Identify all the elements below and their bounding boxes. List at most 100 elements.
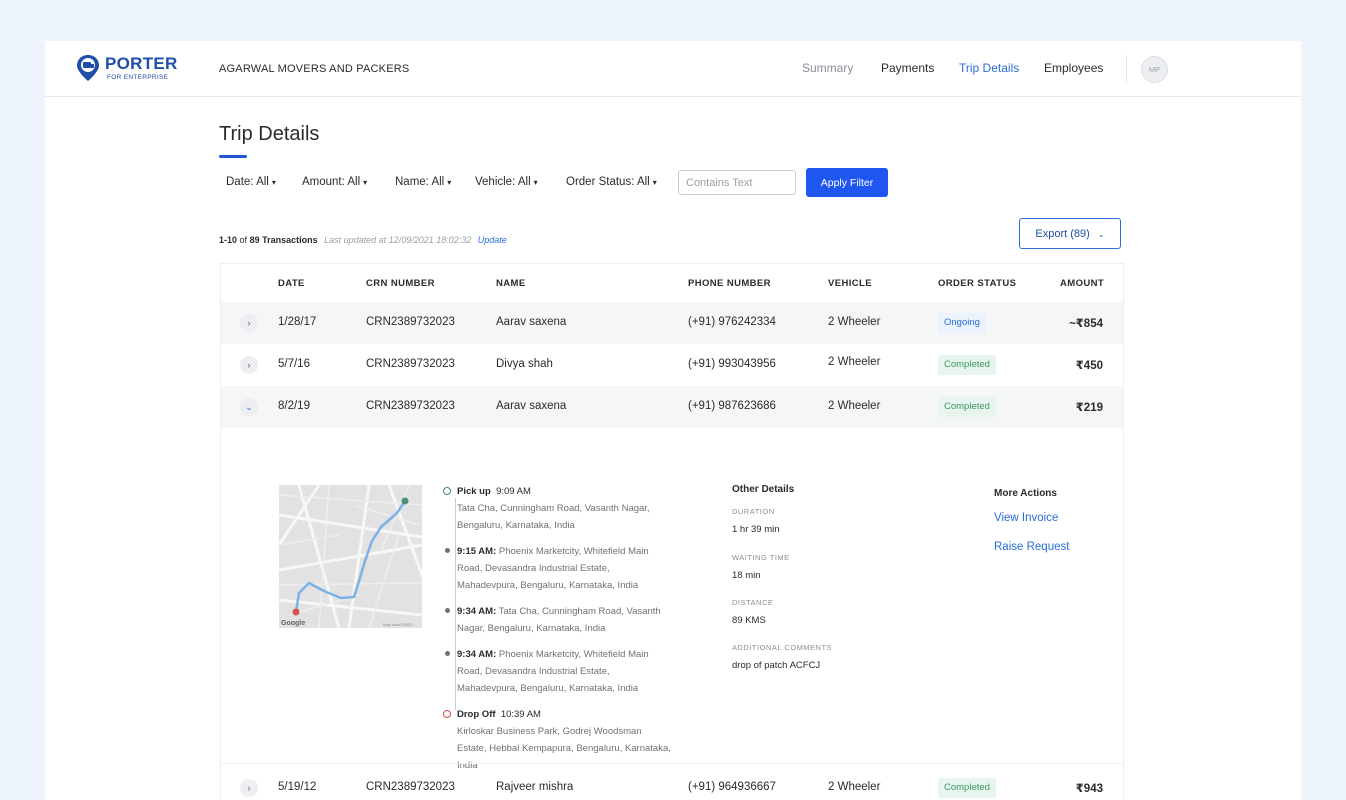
order-status-filter-value: All [636, 176, 650, 188]
route-map[interactable]: Google Map data ©2020 [279, 485, 422, 628]
date-filter[interactable]: Date: All ▾ [226, 176, 276, 188]
row-name: Aarav saxena [496, 316, 567, 328]
nav-trip-details[interactable]: Trip Details [959, 61, 1019, 75]
row-amount: ₹219 [1075, 402, 1103, 414]
table-row[interactable]: › 1/28/17 CRN2389732023 Aarav saxena (+9… [221, 302, 1123, 344]
row-vehicle: 2 Wheeler [828, 400, 881, 412]
chevron-right-icon[interactable]: › [240, 314, 258, 332]
export-label: Export (89) [1035, 227, 1090, 240]
amount-filter-value: All [347, 176, 361, 188]
date-filter-value: All [256, 176, 269, 188]
row-phone: (+91) 964936667 [688, 781, 776, 793]
timeline-stop: 9:34 AM: Tata Cha, Cunningham Road, Vasa… [445, 603, 672, 637]
col-vehicle[interactable]: VEHICLE [828, 278, 872, 289]
porter-logo[interactable]: PORTER FOR ENTERPRISE [76, 53, 178, 87]
dropoff-time: 10:39 AM [500, 709, 541, 720]
row-divider [221, 763, 1123, 764]
row-amount: ₹943 [1075, 783, 1103, 795]
chevron-down-icon[interactable]: ⌄ [240, 398, 258, 416]
map-credit: Map data ©2020 [383, 622, 413, 627]
row-crn: CRN2389732023 [366, 400, 455, 412]
contains-text-input[interactable] [678, 170, 796, 195]
more-actions-title: More Actions [994, 488, 1057, 499]
nav-payments[interactable]: Payments [881, 61, 934, 75]
amount-filter-label: Amount: [302, 176, 345, 188]
nav-summary[interactable]: Summary [802, 61, 853, 75]
total-transactions: 89 Transactions [249, 235, 318, 245]
row-amount: ₹450 [1075, 360, 1103, 372]
col-order-status[interactable]: ORDER STATUS [938, 278, 1016, 289]
app-panel: PORTER FOR ENTERPRISE AGARWAL MOVERS AND… [45, 41, 1301, 800]
row-amount: ~₹854 [1069, 318, 1103, 330]
stop-dot-icon [445, 548, 450, 553]
row-vehicle: 2 Wheeler [828, 316, 881, 328]
apply-filter-button[interactable]: Apply Filter [806, 168, 888, 197]
row-phone: (+91) 976242334 [688, 316, 776, 328]
other-details-title: Other Details [732, 484, 795, 495]
order-status-filter[interactable]: Order Status: All ▾ [566, 176, 657, 188]
duration-label: DURATION [732, 507, 775, 516]
view-invoice-link[interactable]: View Invoice [994, 512, 1058, 524]
company-name: AGARWAL MOVERS AND PACKERS [219, 63, 410, 75]
top-navbar: PORTER FOR ENTERPRISE AGARWAL MOVERS AND… [45, 41, 1301, 97]
vehicle-filter-label: Vehicle: [475, 176, 516, 188]
export-button[interactable]: Export (89) ⌄ [1019, 218, 1121, 249]
title-underline [219, 155, 247, 158]
chevron-down-icon: ▾ [271, 178, 276, 187]
chevron-right-icon[interactable]: › [240, 356, 258, 374]
brand-subtitle: FOR ENTERPRISE [107, 74, 169, 81]
chevron-down-icon: ▾ [652, 178, 657, 187]
amount-filter[interactable]: Amount: All ▾ [302, 176, 367, 188]
table-row[interactable]: › 5/19/12 CRN2389732023 Rajveer mishra (… [221, 767, 1123, 800]
brand-name: PORTER [105, 54, 178, 73]
chevron-down-icon: ⌄ [1097, 229, 1105, 239]
name-filter-label: Name: [395, 176, 429, 188]
row-phone: (+91) 993043956 [688, 358, 776, 370]
col-date[interactable]: DATE [278, 278, 305, 289]
col-name[interactable]: NAME [496, 278, 526, 289]
table-row[interactable]: › 5/7/16 CRN2389732023 Divya shah (+91) … [221, 344, 1123, 386]
row-name: Aarav saxena [496, 400, 567, 412]
row-vehicle: 2 Wheeler [828, 781, 881, 793]
chevron-down-icon: ▾ [363, 178, 368, 187]
dropoff-address: Kirloskar Business Park, Godrej Woodsman… [457, 726, 671, 771]
comments-label: ADDITIONAL COMMENTS [732, 643, 833, 652]
timeline-line [455, 498, 456, 710]
dropoff-title: Drop Off [457, 709, 496, 720]
stop-time: 9:15 AM: [457, 546, 497, 557]
stop-time: 9:34 AM: [457, 649, 497, 660]
row-name: Rajveer mishra [496, 781, 574, 793]
table-row-expanded[interactable]: ⌄ 8/2/19 CRN2389732023 Aarav saxena (+91… [221, 386, 1123, 428]
waiting-value: 18 min [732, 570, 761, 581]
status-badge: Completed [938, 397, 996, 417]
comments-value: drop of patch ACFCJ [732, 660, 821, 671]
name-filter[interactable]: Name: All ▾ [395, 176, 451, 188]
timeline-pickup: Pick up 9:09 AM Tata Cha, Cunningham Roa… [443, 483, 672, 534]
row-crn: CRN2389732023 [366, 358, 455, 370]
pickup-title: Pick up [457, 486, 491, 497]
col-phone[interactable]: PHONE NUMBER [688, 278, 771, 289]
map-watermark: Google [281, 620, 305, 627]
last-updated: Last updated at 12/09/2021 18:02:32 [324, 235, 472, 245]
nav-employees[interactable]: Employees [1044, 61, 1103, 75]
stop-dot-icon [445, 651, 450, 656]
status-badge: Completed [938, 778, 996, 798]
chevron-right-icon[interactable]: › [240, 779, 258, 797]
distance-value: 89 KMS [732, 615, 766, 626]
chevron-down-icon: ▾ [533, 178, 538, 187]
col-amount[interactable]: AMOUNT [1060, 278, 1104, 289]
trips-table: DATE CRN NUMBER NAME PHONE NUMBER VEHICL… [220, 263, 1124, 800]
stop-time: 9:34 AM: [457, 606, 497, 617]
chevron-down-icon: ▾ [447, 178, 452, 187]
row-date: 8/2/19 [278, 400, 310, 412]
row-phone: (+91) 987623686 [688, 400, 776, 412]
row-name: Divya shah [496, 358, 553, 370]
pickup-address: Tata Cha, Cunningham Road, Vasanth Nagar… [457, 503, 650, 531]
status-badge: Ongoing [938, 313, 986, 333]
raise-request-link[interactable]: Raise Request [994, 541, 1069, 553]
user-avatar[interactable]: MP [1141, 56, 1168, 83]
vehicle-filter[interactable]: Vehicle: All ▾ [475, 176, 538, 188]
order-status-filter-label: Order Status: [566, 176, 635, 188]
update-link[interactable]: Update [478, 235, 507, 245]
col-crn[interactable]: CRN NUMBER [366, 278, 435, 289]
